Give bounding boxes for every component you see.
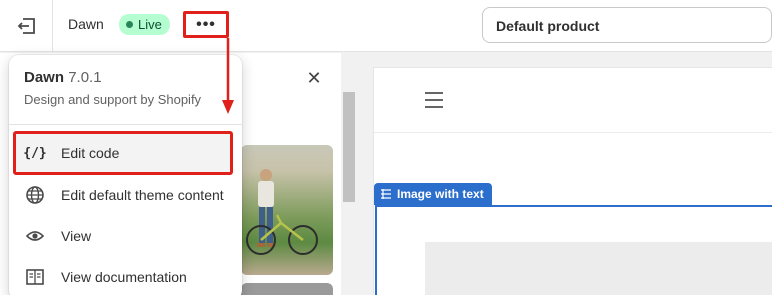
more-actions-button[interactable]: ••• — [183, 11, 229, 38]
live-dot-icon — [126, 21, 133, 28]
hamburger-menu-icon[interactable] — [424, 90, 444, 110]
code-icon: {/} — [23, 145, 47, 161]
preview-header-divider — [374, 132, 772, 133]
popover-title: Dawn 7.0.1 — [24, 69, 102, 86]
menu-item-label: View documentation — [61, 269, 187, 285]
menu-item-edit-default-theme-content[interactable]: Edit default theme content — [9, 176, 242, 214]
theme-preview-image[interactable] — [241, 145, 333, 275]
toolbar-divider — [52, 0, 53, 52]
popover-subtitle: Design and support by Shopify — [24, 92, 202, 107]
globe-icon — [24, 184, 46, 206]
annotation-arrow-icon — [222, 38, 234, 114]
product-select[interactable]: Default product — [482, 7, 772, 43]
section-grid-icon — [381, 189, 391, 199]
theme-actions-popover: Dawn 7.0.1 Design and support by Shopify… — [9, 55, 242, 295]
theme-preview-image-2[interactable] — [241, 283, 333, 295]
menu-item-label: View — [61, 228, 92, 244]
status-badge-label: Live — [138, 17, 162, 32]
status-badge: Live — [119, 14, 170, 35]
theme-name: Dawn — [68, 16, 104, 32]
menu-item-edit-code[interactable]: {/} Edit code — [13, 131, 233, 175]
book-icon — [24, 266, 46, 288]
eye-icon — [24, 225, 46, 247]
menu-item-label: Edit code — [61, 145, 120, 161]
exit-icon[interactable] — [14, 13, 40, 39]
image-placeholder — [425, 242, 772, 295]
menu-item-view[interactable]: View — [9, 217, 242, 255]
section-tag[interactable]: Image with text — [374, 183, 492, 205]
top-bar: Dawn Live ••• Default product — [0, 0, 772, 52]
popover-divider — [9, 124, 242, 125]
close-icon[interactable]: ✕ — [305, 69, 323, 87]
menu-item-label: Edit default theme content — [61, 187, 224, 203]
scrollbar-thumb[interactable] — [343, 92, 355, 202]
section-tag-label: Image with text — [397, 187, 484, 201]
menu-item-view-documentation[interactable]: View documentation — [9, 258, 242, 295]
popover-theme-name: Dawn — [24, 69, 65, 86]
popover-theme-version: 7.0.1 — [68, 69, 102, 86]
